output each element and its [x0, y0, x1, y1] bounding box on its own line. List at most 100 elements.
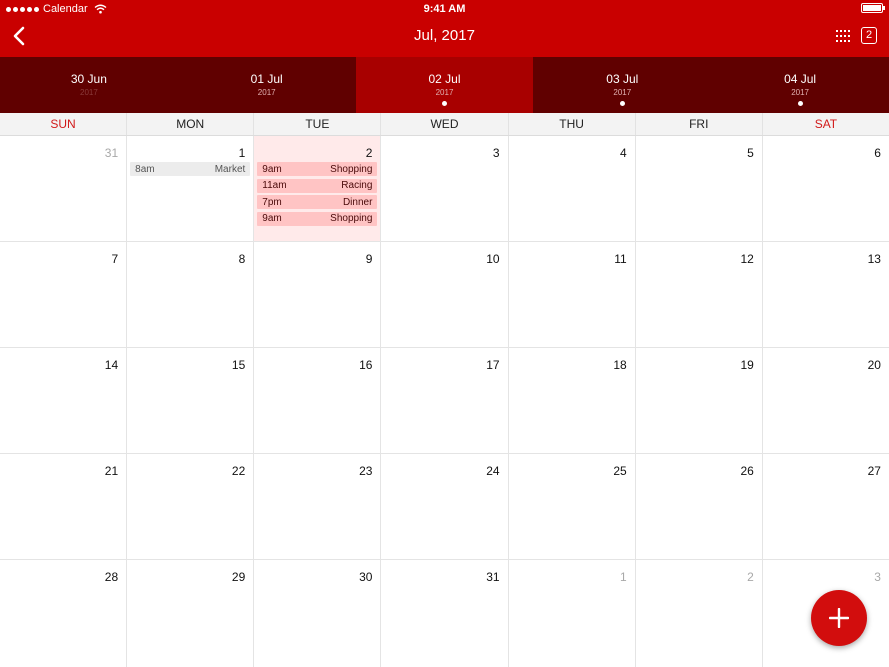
day-cell[interactable]: 22 — [127, 454, 255, 559]
event-time: 9am — [262, 163, 282, 175]
date-strip: 30 Jun 2017 01 Jul 2017 02 Jul 2017 03 Jul 2017… — [0, 57, 889, 113]
weekday-label: TUE — [254, 113, 382, 135]
day-cell[interactable]: 21 — [0, 454, 128, 559]
date-strip-year: 2017 — [435, 88, 454, 97]
day-number: 1 — [620, 570, 627, 584]
event-chip[interactable]: 7pm Dinner — [257, 195, 378, 209]
day-cell[interactable]: 27 — [763, 454, 889, 559]
event-indicator-dot — [797, 101, 803, 106]
day-number: 23 — [359, 464, 373, 478]
day-cell[interactable]: 15 — [127, 348, 255, 453]
date-strip-year: 2017 — [791, 88, 809, 97]
day-cell[interactable]: 19 — [636, 348, 763, 453]
day-number: 1 — [238, 146, 246, 160]
weekday-header: SUN MON TUE WED THU FRI SAT — [0, 113, 889, 136]
date-strip-year: 2017 — [80, 88, 98, 97]
grid-icon[interactable] — [836, 30, 850, 42]
week-row: 28 29 30 31 1 2 3 — [0, 560, 889, 667]
day-number: 15 — [231, 358, 246, 372]
event-time: 9am — [262, 213, 282, 224]
day-cell-today[interactable]: 2 9am Shopping 11am Racing 7pm Dinner 9am Shoppi… — [254, 136, 382, 241]
event-chip[interactable]: 9am Shopping — [257, 162, 378, 176]
day-number: 3 — [492, 146, 500, 160]
day-cell[interactable]: 28 — [0, 560, 128, 667]
event-title: Shopping — [330, 163, 373, 175]
week-row: 21 22 23 24 25 26 27 — [0, 454, 889, 560]
day-number: 7 — [111, 252, 119, 266]
event-time: 11am — [262, 180, 287, 191]
today-badge-button[interactable]: 2 — [861, 27, 877, 44]
event-chip[interactable]: 11am Racing — [257, 178, 378, 193]
day-number: 30 — [359, 570, 373, 584]
day-cell[interactable]: 29 — [127, 560, 255, 667]
event-title: Market — [214, 163, 246, 175]
event-title: Shopping — [330, 213, 373, 224]
date-strip-date: 02 Jul — [428, 72, 461, 86]
day-cell[interactable]: 11 — [509, 242, 636, 347]
day-cell[interactable]: 6 — [763, 136, 889, 241]
day-cell[interactable]: 4 — [509, 136, 636, 241]
week-row: 14 15 16 17 18 19 20 — [0, 348, 889, 454]
day-number: 6 — [874, 146, 881, 160]
plus-icon — [829, 608, 849, 628]
day-cell[interactable]: 30 — [254, 560, 382, 667]
day-cell[interactable]: 26 — [636, 454, 763, 559]
day-cell[interactable]: 14 — [0, 348, 128, 453]
day-number: 18 — [613, 358, 627, 372]
weekday-label: THU — [509, 113, 636, 135]
day-number: 27 — [867, 464, 881, 478]
day-cell[interactable]: 1 — [509, 560, 636, 667]
weekday-label: FRI — [636, 113, 763, 135]
day-cell[interactable]: 3 — [381, 136, 509, 241]
day-cell[interactable]: 25 — [509, 454, 636, 559]
day-cell[interactable]: 20 — [763, 348, 889, 453]
week-row: 7 8 9 10 11 12 13 — [0, 242, 889, 348]
day-cell[interactable]: 10 — [381, 242, 509, 347]
weekday-label: WED — [381, 113, 509, 135]
day-number: 29 — [231, 570, 246, 584]
event-list: 9am Shopping 11am Racing 7pm Dinner 9am Shoppin… — [257, 162, 378, 228]
day-cell[interactable]: 16 — [254, 348, 382, 453]
day-number: 12 — [740, 252, 754, 266]
event-list: 8am Market — [130, 162, 251, 179]
day-cell[interactable]: 31 — [381, 560, 509, 667]
date-strip-year: 2017 — [613, 88, 632, 97]
day-cell[interactable]: 23 — [254, 454, 382, 559]
month-title[interactable]: Jul, 2017 — [0, 27, 889, 44]
date-strip-item[interactable]: 02 Jul 2017 — [355, 57, 534, 113]
date-strip-item[interactable]: 03 Jul 2017 — [533, 57, 711, 113]
day-cell[interactable]: 18 — [509, 348, 636, 453]
add-event-button[interactable] — [811, 590, 867, 646]
day-cell[interactable]: 1 8am Market — [127, 136, 255, 241]
day-cell[interactable]: 7 — [0, 242, 128, 347]
day-number: 16 — [359, 358, 373, 372]
day-cell[interactable]: 12 — [636, 242, 763, 347]
day-number: 20 — [867, 358, 881, 372]
day-number: 24 — [486, 464, 500, 478]
day-cell[interactable]: 24 — [381, 454, 509, 559]
event-indicator-dot — [619, 101, 625, 106]
day-number: 26 — [740, 464, 754, 478]
day-number: 2 — [365, 146, 373, 160]
battery-icon — [861, 3, 885, 13]
day-number: 19 — [740, 358, 754, 372]
day-cell[interactable]: 9 — [254, 242, 382, 347]
day-number: 4 — [620, 146, 627, 160]
date-strip-item[interactable]: 04 Jul 2017 — [711, 57, 889, 113]
day-number: 2 — [747, 570, 754, 584]
date-strip-item[interactable]: 01 Jul 2017 — [178, 57, 356, 113]
event-chip[interactable]: 9am Shopping — [257, 211, 378, 226]
day-number: 13 — [867, 252, 881, 266]
day-cell[interactable]: 31 — [0, 136, 128, 241]
day-cell[interactable]: 17 — [381, 348, 509, 453]
date-strip-item[interactable]: 30 Jun 2017 — [0, 57, 178, 113]
weekday-label: SUN — [0, 113, 128, 135]
weekday-label: SAT — [814, 117, 838, 131]
event-chip[interactable]: 8am Market — [130, 162, 251, 176]
day-cell[interactable]: 8 — [127, 242, 255, 347]
app-header: Calendar 9:41 AM Jul, 2017 2 — [0, 0, 889, 57]
day-cell[interactable]: 13 — [763, 242, 889, 347]
event-time: 7pm — [262, 196, 282, 208]
day-cell[interactable]: 5 — [636, 136, 763, 241]
day-cell[interactable]: 2 — [636, 560, 763, 667]
